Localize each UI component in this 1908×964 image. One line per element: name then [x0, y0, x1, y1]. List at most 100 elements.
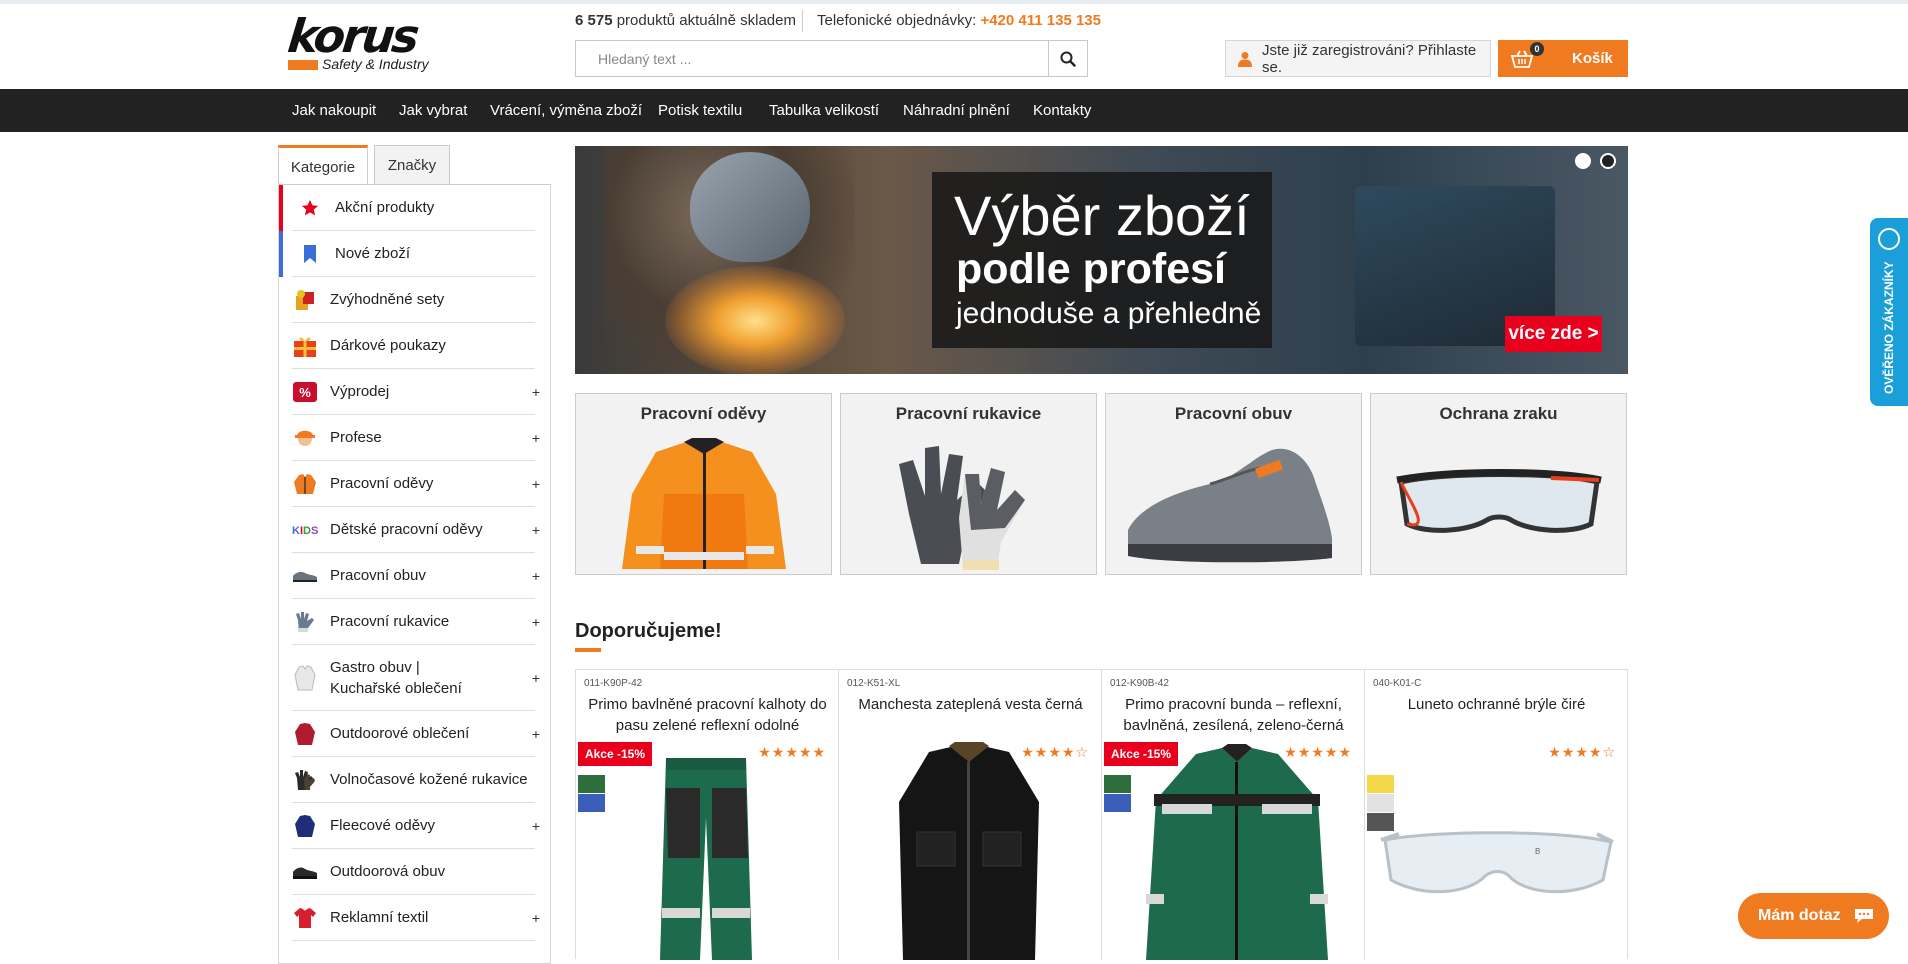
color-swatch-clear[interactable]: [1367, 794, 1394, 812]
product-card[interactable]: 011-K90P-42 Primo bavlněné pracovní kalh…: [576, 670, 839, 960]
product-image-trousers: [660, 758, 752, 960]
cart-count-badge: 0: [1530, 41, 1544, 56]
product-name[interactable]: Primo bavlněné pracovní kalhoty do pasu …: [586, 694, 829, 736]
nav-item-nahradni-plneni[interactable]: Náhradní plnění: [903, 89, 1010, 132]
shoe-icon: [292, 563, 318, 589]
tab-znacky[interactable]: Značky: [374, 145, 450, 185]
sidebar-item-label: Reklamní textil: [330, 909, 429, 926]
category-title: Pracovní rukavice: [895, 404, 1042, 423]
color-swatch-blue[interactable]: [1104, 794, 1131, 812]
sidebar-item-reklamni-textil[interactable]: Reklamní textil +: [292, 895, 540, 941]
bookmark-icon: [297, 241, 323, 267]
sidebar-item-label: Outdoorové oblečení: [330, 725, 470, 742]
sidebar-item-volnocasove-rukavice[interactable]: Volnočasové kožené rukavice: [292, 757, 535, 803]
sidebar-item-gastro-obuv[interactable]: Gastro obuv | Kuchařské oblečení +: [292, 645, 540, 711]
phone-number[interactable]: +420 411 135 135: [980, 12, 1101, 29]
slider-dot-2[interactable]: [1600, 153, 1616, 169]
expand-icon[interactable]: +: [532, 476, 540, 492]
product-name[interactable]: Luneto ochranné brýle čiré: [1375, 694, 1618, 715]
korus-logo[interactable]: korus Safety & Industry: [285, 9, 438, 76]
banner-cta-button[interactable]: více zde >: [1505, 316, 1602, 352]
category-tile-pracovni-obuv[interactable]: Pracovní obuv: [1105, 393, 1362, 575]
svg-text:B: B: [1535, 847, 1540, 856]
expand-icon[interactable]: +: [532, 818, 540, 834]
set-icon: [292, 287, 318, 313]
verified-customers-widget[interactable]: OVĚŘENO ZÁKAZNÍKY: [1870, 218, 1908, 406]
welding-helmet: [690, 152, 810, 262]
product-card[interactable]: 040-K01-C Luneto ochranné brýle čiré ★★★…: [1365, 670, 1628, 960]
nav-item-vraceni[interactable]: Vrácení, výměna zboží: [490, 89, 642, 132]
nav-item-jak-nakoupit[interactable]: Jak nakoupit: [292, 89, 376, 132]
logo-word: korus: [285, 9, 420, 63]
login-label: Jste již zaregistrováni? Přihlaste se.: [1262, 41, 1477, 76]
login-button[interactable]: Jste již zaregistrováni? Přihlaste se.: [1225, 40, 1491, 77]
nav-item-tabulka[interactable]: Tabulka velikostí: [769, 89, 879, 132]
color-swatch-blue[interactable]: [578, 794, 605, 812]
banner-line-2: podle profesí: [956, 245, 1226, 293]
category-tile-ochrana-zraku[interactable]: Ochrana zraku: [1370, 393, 1627, 575]
category-title: Ochrana zraku: [1439, 404, 1558, 423]
product-code: 011-K90P-42: [584, 678, 643, 689]
sidebar-item-label: Profese: [330, 429, 382, 446]
sidebar-item-zvyhodnene-sety[interactable]: Zvýhodněné sety: [292, 277, 535, 323]
sidebar-item-vyprodej[interactable]: % Výprodej +: [292, 369, 540, 415]
star-icon: [297, 195, 323, 221]
sidebar-item-pracovni-odevy[interactable]: Pracovní oděvy +: [292, 461, 540, 507]
expand-icon[interactable]: +: [532, 670, 540, 686]
nav-item-potisk[interactable]: Potisk textilu: [658, 89, 742, 132]
sidebar-item-outdoorove-obleceni[interactable]: Outdoorové oblečení +: [292, 711, 540, 757]
sidebar-item-pracovni-obuv[interactable]: Pracovní obuv +: [292, 553, 540, 599]
product-card[interactable]: 012-K51-XL Manchesta zateplená vesta čer…: [839, 670, 1102, 960]
expand-icon[interactable]: +: [532, 568, 540, 584]
glove-icon: [292, 609, 318, 635]
svg-text:%: %: [299, 385, 311, 400]
search-box: [575, 40, 1088, 77]
sidebar-item-darkove-poukazy[interactable]: Dárkové poukazy: [292, 323, 535, 369]
sidebar-item-akcni-produkty[interactable]: Akční produkty: [292, 185, 535, 231]
search-input[interactable]: [576, 41, 1049, 76]
hero-banner[interactable]: Výběr zboží podle profesí jednoduše a př…: [575, 146, 1628, 374]
jacket-icon: [292, 471, 318, 497]
sidebar-item-label: Fleecové oděvy: [330, 817, 436, 834]
expand-icon[interactable]: +: [532, 910, 540, 926]
sidebar-item-fleecove-odevy[interactable]: Fleecové oděvy +: [292, 803, 540, 849]
product-card[interactable]: 012-K90B-42 Primo pracovní bunda – refle…: [1102, 670, 1365, 960]
search-button[interactable]: [1048, 41, 1087, 76]
product-image-glasses: B: [1380, 831, 1614, 894]
expand-icon[interactable]: +: [532, 430, 540, 446]
product-name[interactable]: Manchesta zateplená vesta černá: [849, 694, 1092, 715]
slider-dot-1[interactable]: [1575, 153, 1591, 169]
banner-line-1: Výběr zboží: [954, 184, 1250, 247]
chat-button[interactable]: Mám dotaz: [1738, 893, 1889, 939]
expand-icon[interactable]: +: [532, 614, 540, 630]
category-tile-pracovni-odevy[interactable]: Pracovní oděvy: [575, 393, 832, 575]
nav-item-jak-vybrat[interactable]: Jak vybrat: [399, 89, 467, 132]
sidebar-item-label: Outdoorová obuv: [330, 863, 446, 880]
sidebar-item-detske-pracovni-odevy[interactable]: KIDS Dětské pracovní oděvy +: [292, 507, 540, 553]
category-sidebar: Akční produkty Nové zboží Zvýhodněné set…: [278, 184, 551, 964]
welding-sparks: [665, 266, 845, 374]
expand-icon[interactable]: +: [532, 726, 540, 742]
expand-icon[interactable]: +: [532, 522, 540, 538]
recommend-title: Doporučujeme!: [575, 620, 722, 642]
color-swatch-yellow[interactable]: [1367, 775, 1394, 793]
sidebar-item-profese[interactable]: Profese +: [292, 415, 540, 461]
product-name[interactable]: Primo pracovní bunda – reflexní, bavlněn…: [1112, 694, 1355, 736]
phone-label: Telefonické objednávky:: [817, 12, 981, 29]
recommend-underline: [575, 648, 601, 652]
cart-button[interactable]: 0 Košík: [1498, 40, 1628, 77]
sale-icon: %: [292, 379, 318, 405]
sidebar-item-pracovni-rukavice[interactable]: Pracovní rukavice +: [292, 599, 540, 645]
sidebar-item-label: Zvýhodněné sety: [330, 291, 445, 308]
tab-kategorie[interactable]: Kategorie: [278, 145, 368, 186]
nav-item-kontakty[interactable]: Kontakty: [1033, 89, 1091, 132]
category-tile-pracovni-rukavice[interactable]: Pracovní rukavice: [840, 393, 1097, 575]
sidebar-item-nove-zbozi[interactable]: Nové zboží: [292, 231, 535, 277]
header-divider: [802, 10, 803, 32]
color-swatch-green[interactable]: [1104, 775, 1131, 793]
sidebar-item-outdoorova-obuv[interactable]: Outdoorová obuv: [292, 849, 535, 895]
stock-info: 6 575 produktů aktuálně skladem: [575, 12, 796, 29]
color-swatch-green[interactable]: [578, 775, 605, 793]
sidebar-item-label: Volnočasové kožené rukavice: [330, 771, 528, 788]
expand-icon[interactable]: +: [532, 384, 540, 400]
